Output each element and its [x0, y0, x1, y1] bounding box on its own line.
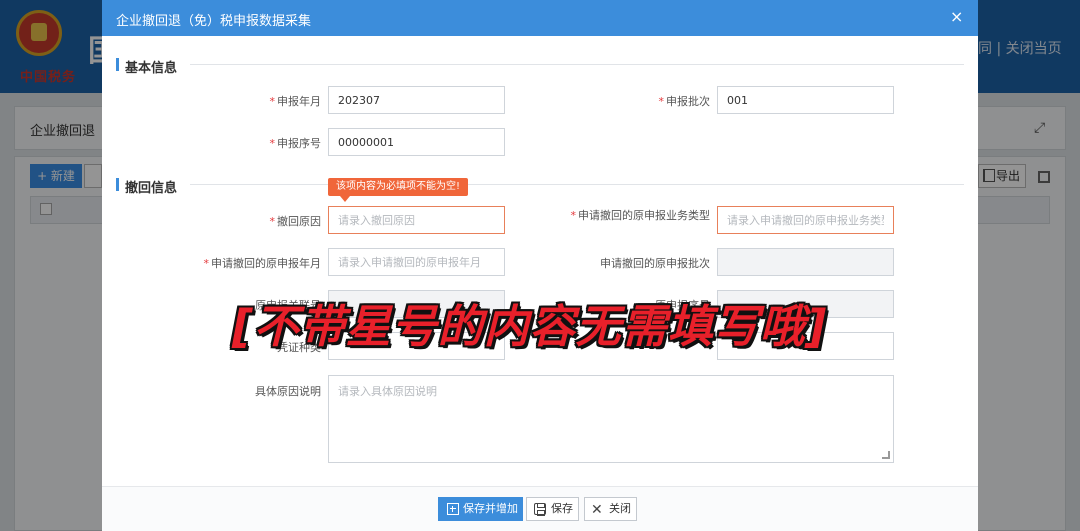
close-label: 关闭 — [609, 502, 631, 515]
declare-seq-input[interactable] — [328, 128, 505, 156]
section-basic-info: 基本信息 — [116, 57, 177, 76]
tutorial-caption: [不带星号的内容无需填写哦] — [232, 300, 828, 353]
section-withdraw-info: 撤回信息 — [116, 177, 177, 196]
dialog-footer: 保存并增加 保存 ✕ 关闭 — [102, 486, 978, 531]
declare-month-input[interactable] — [328, 86, 505, 114]
save-label: 保存 — [551, 502, 573, 515]
validation-tooltip: 该项内容为必填项不能为空! — [328, 178, 469, 202]
declare-month-label: * 申报年月 — [269, 95, 322, 108]
save-and-add-button[interactable]: 保存并增加 — [438, 497, 523, 521]
dialog-title: 企业撤回退（免）税申报数据采集 — [116, 14, 312, 29]
add-box-icon — [447, 503, 459, 515]
close-icon[interactable]: × — [950, 8, 963, 26]
orig-month-label: * 申请撤回的原申报年月 — [203, 257, 322, 270]
declare-seq-label: * 申报序号 — [269, 137, 322, 150]
close-x-icon: ✕ — [591, 502, 603, 518]
close-button[interactable]: ✕ 关闭 — [584, 497, 637, 521]
detail-reason-textarea[interactable] — [328, 375, 894, 463]
declare-batch-label: * 申报批次 — [658, 95, 711, 108]
orig-batch-input — [717, 248, 894, 276]
resize-handle-icon[interactable] — [882, 451, 890, 459]
orig-business-type-input[interactable] — [717, 206, 894, 234]
orig-business-type-label: * 申请撤回的原申报业务类型 — [570, 209, 711, 222]
orig-month-input[interactable] — [328, 248, 505, 276]
withdraw-reason-input[interactable] — [328, 206, 505, 234]
data-collection-dialog: 企业撤回退（免）税申报数据采集 × 基本信息 *申报年月 *申报批次 *申报序号… — [102, 0, 978, 531]
save-button[interactable]: 保存 — [526, 497, 579, 521]
declare-batch-input[interactable] — [717, 86, 894, 114]
dialog-header: 企业撤回退（免）税申报数据采集 × — [102, 0, 978, 36]
section-divider — [190, 64, 964, 65]
withdraw-reason-label: * 撤回原因 — [269, 215, 322, 228]
orig-batch-label: 申请撤回的原申报批次 — [600, 257, 710, 270]
floppy-disk-icon — [534, 503, 546, 516]
save-and-add-label: 保存并增加 — [463, 502, 518, 515]
detail-reason-label: 具体原因说明 — [255, 385, 321, 398]
section-divider — [190, 184, 964, 185]
